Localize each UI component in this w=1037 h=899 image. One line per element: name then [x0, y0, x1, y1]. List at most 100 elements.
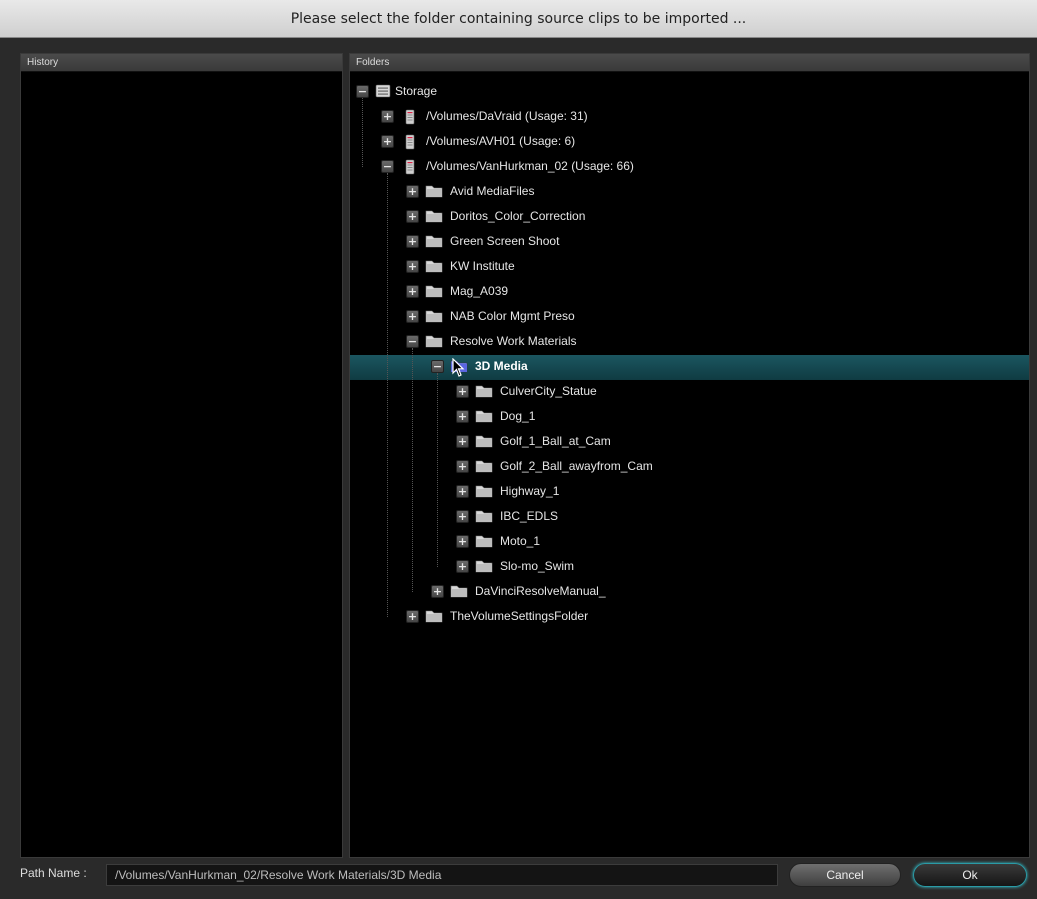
expand-toggle-icon[interactable]: + — [406, 285, 419, 298]
expand-toggle-icon[interactable]: + — [456, 435, 469, 448]
folder-icon — [425, 309, 443, 328]
expand-toggle-icon[interactable]: + — [381, 135, 394, 148]
drive-icon — [405, 134, 415, 155]
expand-toggle-icon[interactable]: + — [456, 460, 469, 473]
tree-row-label: Avid MediaFiles — [450, 184, 535, 198]
folders-header: Folders — [350, 54, 1029, 72]
expand-toggle-icon[interactable]: + — [406, 210, 419, 223]
tree-row[interactable]: + NAB Color Mgmt Preso — [350, 305, 1029, 330]
tree-row[interactable]: + DaVinciResolveManual_ — [350, 580, 1029, 605]
tree-row-label: IBC_EDLS — [500, 509, 559, 523]
folder-icon — [425, 184, 443, 203]
folder-icon — [475, 384, 493, 403]
tree-row-label: Storage — [395, 84, 438, 98]
tree-row[interactable]: + CulverCity_Statue — [350, 380, 1029, 405]
tree-row[interactable]: + Green Screen Shoot — [350, 230, 1029, 255]
tree-row-label: Moto_1 — [500, 534, 541, 548]
tree-row-label: DaVinciResolveManual_ — [475, 584, 606, 598]
tree-row-label: Slo-mo_Swim — [500, 559, 575, 573]
tree-row-label: KW Institute — [450, 259, 515, 273]
folder-icon — [425, 609, 443, 628]
tree-row[interactable]: − Storage — [350, 80, 1029, 105]
tree-row-label: Doritos_Color_Correction — [450, 209, 586, 223]
expand-toggle-icon[interactable]: + — [456, 535, 469, 548]
collapse-toggle-icon[interactable]: − — [356, 85, 369, 98]
tree-row[interactable]: + Moto_1 — [350, 530, 1029, 555]
tree-row[interactable]: + Dog_1 — [350, 405, 1029, 430]
tree-row-label: Highway_1 — [500, 484, 560, 498]
collapse-toggle-icon[interactable]: − — [431, 360, 444, 373]
tree-row[interactable]: + Doritos_Color_Correction — [350, 205, 1029, 230]
tree-row-label: TheVolumeSettingsFolder — [450, 609, 589, 623]
tree-row-label: Resolve Work Materials — [450, 334, 577, 348]
tree-row[interactable]: − Resolve Work Materials — [350, 330, 1029, 355]
tree-row-label: Golf_2_Ball_awayfrom_Cam — [500, 459, 653, 473]
tree-row[interactable]: + Highway_1 — [350, 480, 1029, 505]
tree-guide-line — [362, 98, 363, 167]
collapse-toggle-icon[interactable]: − — [406, 335, 419, 348]
folders-panel: Folders − Storage +/Volumes/DaVraid (Usage… — [349, 53, 1030, 858]
expand-toggle-icon[interactable]: + — [381, 110, 394, 123]
expand-toggle-icon[interactable]: + — [456, 560, 469, 573]
collapse-toggle-icon[interactable]: − — [381, 160, 394, 173]
tree-row[interactable]: + KW Institute — [350, 255, 1029, 280]
folder-icon — [475, 434, 493, 453]
path-name-label: Path Name : — [20, 866, 87, 880]
tree-row-label: /Volumes/VanHurkman_02 (Usage: 66) — [426, 159, 634, 173]
expand-toggle-icon[interactable]: + — [456, 385, 469, 398]
tree-row[interactable]: + Avid MediaFiles — [350, 180, 1029, 205]
folder-icon — [425, 209, 443, 228]
tree-row-label: Golf_1_Ball_at_Cam — [500, 434, 611, 448]
tree-row[interactable]: + /Volumes/DaVraid (Usage: 31) — [350, 105, 1029, 130]
expand-toggle-icon[interactable]: + — [431, 585, 444, 598]
expand-toggle-icon[interactable]: + — [406, 260, 419, 273]
expand-toggle-icon[interactable]: + — [406, 610, 419, 623]
history-header: History — [21, 54, 342, 72]
tree-row-label: Mag_A039 — [450, 284, 509, 298]
folder-icon — [425, 284, 443, 303]
tree-row[interactable]: + Golf_1_Ball_at_Cam — [350, 430, 1029, 455]
tree-row-label: Dog_1 — [500, 409, 536, 423]
ok-button[interactable]: Ok — [913, 863, 1027, 887]
folder-icon — [475, 409, 493, 428]
tree-row-label: CulverCity_Statue — [500, 384, 597, 398]
folder-icon — [475, 459, 493, 478]
folder-icon — [450, 584, 468, 603]
folder-icon — [475, 559, 493, 578]
tree-row-label: 3D Media — [475, 359, 528, 373]
tree-guide-line — [412, 348, 413, 592]
tree-guide-line — [437, 373, 438, 567]
tree-row[interactable]: + Mag_A039 — [350, 280, 1029, 305]
drive-icon — [405, 109, 415, 130]
tree-row[interactable]: − /Volumes/VanHurkman_02 (Usage: 66) — [350, 155, 1029, 180]
tree-row[interactable]: + TheVolumeSettingsFolder — [350, 605, 1029, 630]
folder-icon — [425, 234, 443, 253]
history-panel: History — [20, 53, 343, 858]
tree-row[interactable]: + Golf_2_Ball_awayfrom_Cam — [350, 455, 1029, 480]
expand-toggle-icon[interactable]: + — [406, 235, 419, 248]
expand-toggle-icon[interactable]: + — [456, 485, 469, 498]
tree-row[interactable]: + Slo-mo_Swim — [350, 555, 1029, 580]
folder-icon — [425, 259, 443, 278]
path-name-field[interactable]: /Volumes/VanHurkman_02/Resolve Work Mate… — [106, 864, 778, 886]
tree-row[interactable]: + /Volumes/AVH01 (Usage: 6) — [350, 130, 1029, 155]
expand-toggle-icon[interactable]: + — [406, 185, 419, 198]
expand-toggle-icon[interactable]: + — [456, 510, 469, 523]
tree-guide-line — [387, 173, 388, 617]
mouse-pointer-icon — [452, 357, 466, 383]
tree-row-label: /Volumes/AVH01 (Usage: 6) — [426, 134, 576, 148]
tree-row-label: Green Screen Shoot — [450, 234, 560, 248]
tree-row-label: NAB Color Mgmt Preso — [450, 309, 575, 323]
storage-icon — [375, 84, 391, 103]
cancel-button[interactable]: Cancel — [789, 863, 901, 887]
folder-icon — [475, 484, 493, 503]
dialog-title: Please select the folder containing sour… — [0, 0, 1037, 38]
expand-toggle-icon[interactable]: + — [456, 410, 469, 423]
tree-row[interactable]: + IBC_EDLS — [350, 505, 1029, 530]
folder-icon — [475, 534, 493, 553]
folder-icon — [475, 509, 493, 528]
tree-row-label: /Volumes/DaVraid (Usage: 31) — [426, 109, 588, 123]
drive-icon — [405, 159, 415, 180]
expand-toggle-icon[interactable]: + — [406, 310, 419, 323]
folder-icon — [425, 334, 443, 353]
